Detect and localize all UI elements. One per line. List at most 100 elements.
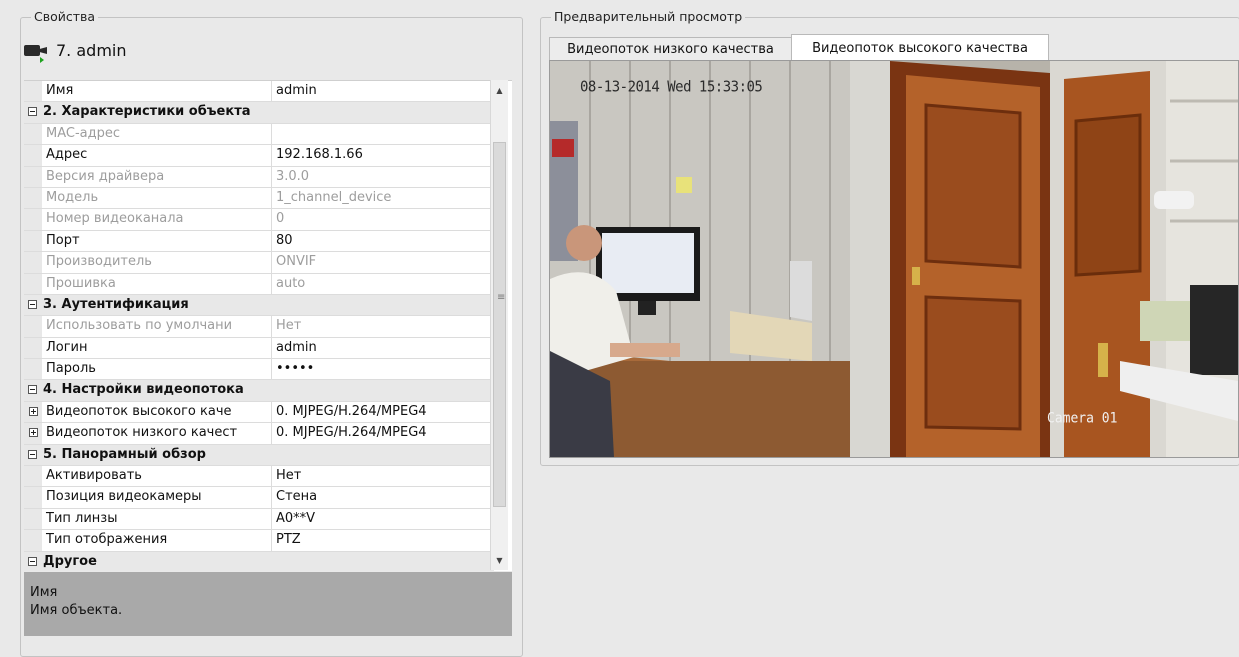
category-label: Другое	[43, 553, 97, 569]
property-name: Видеопоток высокого каче	[42, 401, 272, 423]
row-gutter	[24, 508, 42, 530]
property-name: Модель	[42, 187, 272, 209]
property-name: Позиция видеокамеры	[42, 487, 272, 508]
tab-low-quality-stream[interactable]: Видеопоток низкого качества	[549, 37, 792, 61]
collapse-minus-icon[interactable]	[28, 556, 37, 566]
description-title: Имя	[30, 585, 58, 600]
row-gutter	[24, 273, 42, 294]
property-value[interactable]: 192.168.1.66	[272, 145, 494, 165]
category-label: 4. Настройки видеопотока	[43, 382, 244, 398]
scroll-up-arrow-icon[interactable]: ▲	[491, 82, 508, 98]
row-gutter	[24, 401, 42, 423]
property-row[interactable]: Видеопоток высокого каче 0. MJPEG/H.264/M…	[24, 401, 494, 424]
description-text: Имя объекта.	[30, 603, 123, 618]
scroll-thumb[interactable]: ≡	[493, 142, 506, 507]
property-name: Номер видеоканала	[42, 209, 272, 230]
preview-group-title: Предварительный просмотр	[551, 9, 746, 24]
property-name: Прошивка	[42, 273, 272, 294]
expand-plus-icon[interactable]	[28, 428, 38, 438]
category-label: 3. Аутентификация	[43, 296, 189, 312]
property-name: Видеопоток низкого качест	[42, 423, 272, 444]
property-value[interactable]: 80	[272, 231, 494, 251]
property-row[interactable]: Тип отображения PTZ	[24, 530, 494, 552]
row-gutter	[24, 166, 42, 187]
property-row[interactable]: Логин admin	[24, 337, 494, 360]
collapse-minus-icon[interactable]	[28, 299, 37, 309]
property-value[interactable]: 3.0.0	[272, 167, 494, 187]
property-value[interactable]: Нет	[272, 316, 494, 336]
property-row[interactable]: Адрес 192.168.1.66	[24, 145, 494, 167]
row-gutter	[24, 316, 42, 337]
tab-high-quality-stream[interactable]: Видеопоток высокого качества	[791, 34, 1049, 61]
property-row[interactable]: Имя admin	[24, 81, 494, 103]
property-name: Использовать по умолчани	[42, 316, 272, 337]
expand-plus-icon[interactable]	[28, 406, 38, 416]
property-row[interactable]: Номер видеоканала 0	[24, 209, 494, 231]
row-gutter	[24, 337, 42, 359]
property-category[interactable]: 2. Характеристики объекта	[24, 102, 494, 124]
property-category[interactable]: Другое	[24, 551, 494, 571]
property-name: Тип линзы	[42, 508, 272, 530]
video-timestamp-overlay: 08-13-2014 Wed 15:33:05	[580, 78, 763, 96]
camera-icon	[24, 42, 50, 63]
property-category[interactable]: 4. Настройки видеопотока	[24, 380, 494, 402]
property-name: Производитель	[42, 252, 272, 273]
row-gutter	[24, 530, 42, 551]
property-name: Имя	[42, 81, 272, 102]
property-value[interactable]: A0**V	[272, 509, 494, 529]
property-value[interactable]	[272, 124, 494, 144]
property-category[interactable]: 5. Панорамный обзор	[24, 444, 494, 467]
property-value[interactable]: •••••	[272, 359, 494, 379]
property-row[interactable]: Производитель ONVIF	[24, 252, 494, 274]
property-row[interactable]: Позиция видеокамеры Стена	[24, 487, 494, 509]
row-gutter	[24, 252, 42, 273]
property-row[interactable]: Использовать по умолчани Нет	[24, 316, 494, 338]
row-gutter	[24, 209, 42, 230]
collapse-minus-icon[interactable]	[28, 107, 37, 117]
property-grid[interactable]: Имя admin 2. Характеристики объекта MAC-адр…	[24, 80, 512, 571]
property-value[interactable]: 1_channel_device	[272, 188, 494, 208]
property-row[interactable]: Прошивка auto	[24, 273, 494, 295]
property-value[interactable]: 0	[272, 209, 494, 229]
video-preview: 08-13-2014 Wed 15:33:05 Camera 01	[549, 60, 1239, 458]
description-panel: Имя Имя объекта.	[24, 572, 512, 636]
property-value[interactable]: admin	[272, 338, 494, 358]
camera-scene-image	[550, 61, 1238, 457]
property-row[interactable]: Видеопоток низкого качест 0. MJPEG/H.264/…	[24, 423, 494, 445]
collapse-minus-icon[interactable]	[28, 385, 37, 395]
property-name: Версия драйвера	[42, 166, 272, 187]
object-header: 7. admin	[24, 36, 126, 64]
row-gutter	[24, 359, 42, 380]
row-gutter	[24, 230, 42, 252]
object-title: 7. admin	[56, 40, 127, 60]
property-name: MAC-адрес	[42, 123, 272, 145]
collapse-minus-icon[interactable]	[28, 449, 37, 459]
row-gutter	[24, 187, 42, 209]
property-value[interactable]: Нет	[272, 466, 494, 486]
property-value[interactable]: 0. MJPEG/H.264/MPEG4	[272, 402, 494, 422]
property-row[interactable]: Активировать Нет	[24, 466, 494, 488]
property-name: Активировать	[42, 466, 272, 487]
property-row[interactable]: Модель 1_channel_device	[24, 187, 494, 210]
property-category[interactable]: 3. Аутентификация	[24, 294, 494, 317]
row-gutter	[24, 423, 42, 444]
property-name: Порт	[42, 230, 272, 252]
property-value[interactable]: auto	[272, 274, 494, 294]
row-gutter	[24, 123, 42, 145]
property-row[interactable]: Пароль •••••	[24, 359, 494, 381]
property-value[interactable]: 0. MJPEG/H.264/MPEG4	[272, 423, 494, 443]
property-row[interactable]: Порт 80	[24, 230, 494, 253]
property-value[interactable]: Стена	[272, 487, 494, 507]
property-name: Пароль	[42, 359, 272, 380]
scroll-down-arrow-icon[interactable]: ▼	[491, 552, 508, 568]
property-row[interactable]: MAC-адрес	[24, 123, 494, 146]
row-gutter	[24, 81, 42, 102]
property-row[interactable]: Тип линзы A0**V	[24, 508, 494, 531]
property-row[interactable]: Версия драйвера 3.0.0	[24, 166, 494, 188]
property-value[interactable]: PTZ	[272, 530, 494, 550]
category-label: 5. Панорамный обзор	[43, 446, 206, 462]
property-grid-rows: Имя admin 2. Характеристики объекта MAC-адр…	[24, 81, 494, 571]
property-value[interactable]: ONVIF	[272, 252, 494, 272]
property-grid-scrollbar[interactable]: ▲ ≡ ▼	[490, 80, 508, 570]
property-value[interactable]: admin	[272, 81, 494, 101]
